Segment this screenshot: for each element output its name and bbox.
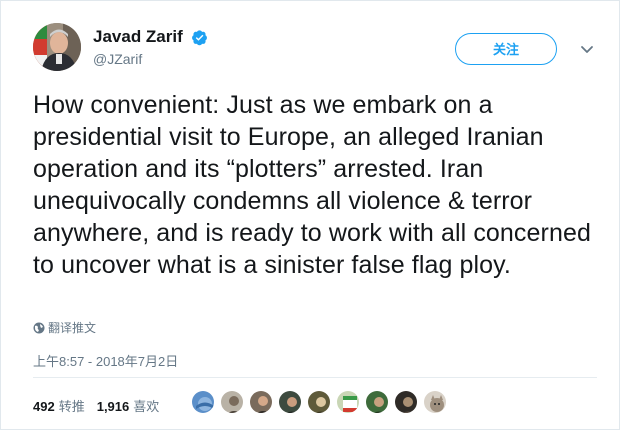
liker-avatar[interactable] xyxy=(335,389,361,415)
tweet-stats: 492 转推 1,916 喜欢 xyxy=(33,396,159,415)
tweet-timestamp[interactable]: 上午8:57 - 2018年7月2日 xyxy=(33,351,178,370)
author-display-name[interactable]: Javad Zarif xyxy=(93,27,183,47)
translate-tweet-link[interactable]: 翻译推文 xyxy=(33,319,96,336)
retweet-count: 492 xyxy=(33,399,55,414)
verified-badge-icon xyxy=(191,29,208,46)
liker-avatar[interactable] xyxy=(306,389,332,415)
liker-avatar[interactable] xyxy=(277,389,303,415)
liker-avatar[interactable] xyxy=(422,389,448,415)
author-handle[interactable]: @JZarif xyxy=(93,51,208,67)
tweet-header: Javad Zarif @JZarif 关注 xyxy=(33,23,619,83)
divider xyxy=(33,377,597,378)
author-avatar[interactable] xyxy=(33,23,81,71)
liker-avatar[interactable] xyxy=(190,389,216,415)
like-label: 喜欢 xyxy=(133,399,160,414)
liker-avatar[interactable] xyxy=(364,389,390,415)
follow-button[interactable]: 关注 xyxy=(455,33,557,65)
chevron-down-icon[interactable] xyxy=(579,41,595,57)
like-stat[interactable]: 1,916 喜欢 xyxy=(97,399,160,414)
tweet-text: How convenient: Just as we embark on a p… xyxy=(33,91,591,279)
globe-icon xyxy=(33,322,45,334)
liker-avatar[interactable] xyxy=(219,389,245,415)
author-name-block: Javad Zarif @JZarif xyxy=(93,27,208,67)
retweet-stat[interactable]: 492 转推 xyxy=(33,399,85,414)
translate-label: 翻译推文 xyxy=(48,321,97,335)
retweet-label: 转推 xyxy=(58,399,85,414)
liker-avatar[interactable] xyxy=(248,389,274,415)
liker-avatar[interactable] xyxy=(393,389,419,415)
like-count: 1,916 xyxy=(96,399,130,414)
tweet-card: Javad Zarif @JZarif 关注 How convenient: J… xyxy=(0,0,620,430)
